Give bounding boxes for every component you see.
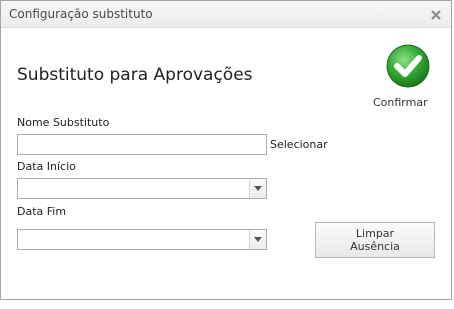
start-date-dropdown[interactable] <box>17 178 267 199</box>
window-title: Configuração substituto <box>9 7 153 21</box>
confirm-button[interactable]: Confirmar <box>373 96 428 109</box>
chevron-down-icon[interactable] <box>249 230 266 249</box>
select-button[interactable]: Selecionar <box>270 138 328 151</box>
substitute-name-input[interactable] <box>17 134 267 155</box>
close-icon[interactable] <box>429 7 443 21</box>
check-circle-icon[interactable] <box>385 43 431 89</box>
end-date-dropdown[interactable] <box>17 229 267 250</box>
clear-absence-button[interactable]: Limpar Ausência <box>315 222 435 258</box>
substitute-config-dialog: Configuração substituto Substituto para … <box>0 0 452 300</box>
title-bar: Configuração substituto <box>1 1 451 28</box>
clear-absence-label-line2: Ausência <box>350 240 400 253</box>
clear-absence-label-line1: Limpar <box>355 227 395 240</box>
page-title: Substituto para Aprovações <box>17 65 253 85</box>
end-date-label: Data Fim <box>17 205 67 218</box>
substitute-name-label: Nome Substituto <box>17 116 110 129</box>
start-date-label: Data Início <box>17 160 76 173</box>
chevron-down-icon[interactable] <box>249 179 266 198</box>
